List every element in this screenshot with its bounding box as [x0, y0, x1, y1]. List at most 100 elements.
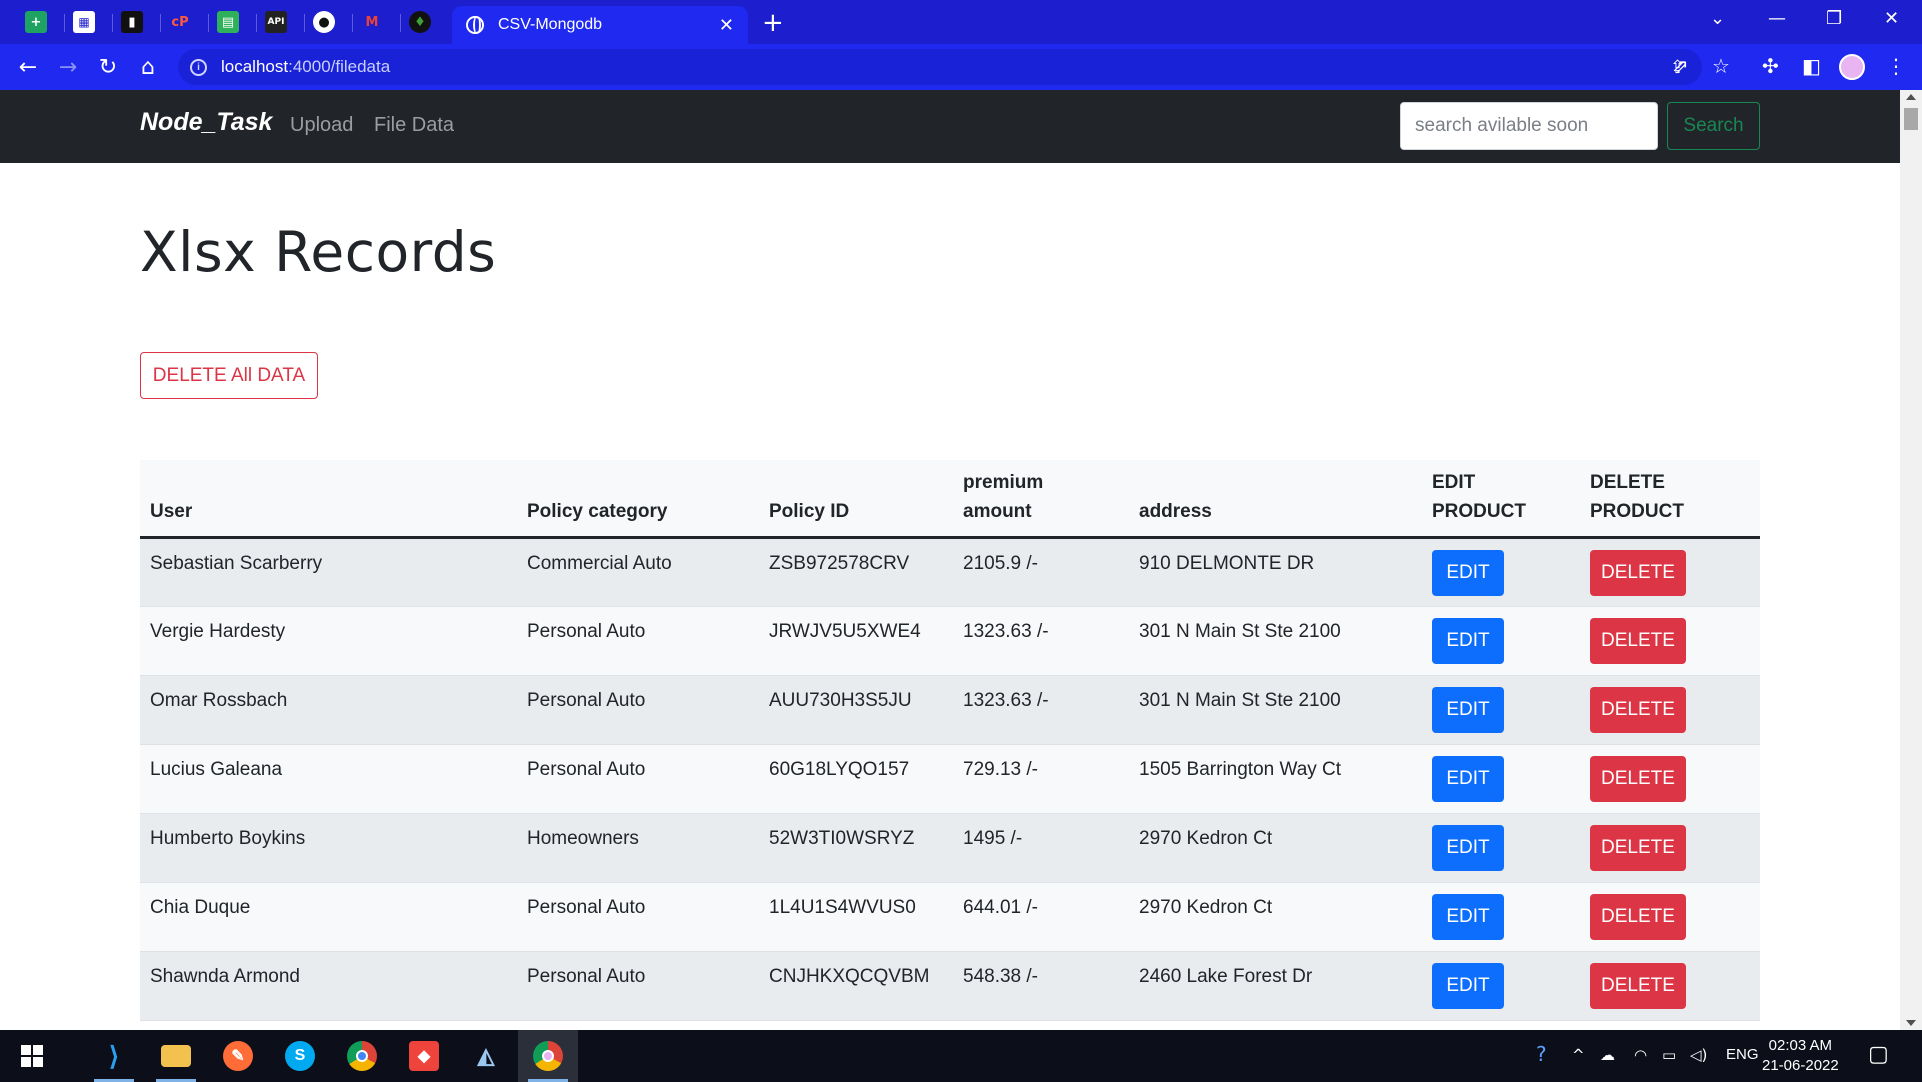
cell-category: Homeowners	[517, 813, 759, 883]
taskbar-skype[interactable]: S	[270, 1030, 330, 1082]
skype-icon: S	[285, 1041, 315, 1071]
close-tab-icon[interactable]: ✕	[719, 15, 734, 36]
browser-menu-icon[interactable]: ⋮	[1886, 54, 1906, 78]
share-page-icon[interactable]: ⇗	[1672, 54, 1689, 78]
taskbar-chrome-profile[interactable]	[518, 1030, 578, 1082]
scroll-up-icon[interactable]	[1906, 94, 1916, 100]
cell-user: Vergie Hardesty	[140, 606, 517, 676]
edit-button[interactable]: EDIT	[1432, 963, 1504, 1009]
windows-taskbar: ⟩ ✎ S ◆ ◭ ? ^ ☁ ◠ ▭ ◁) ENG 02:03 AM 21-0…	[0, 1030, 1922, 1082]
table-row: Sebastian Scarberry Commercial Auto ZSB9…	[140, 537, 1760, 607]
bookmark-star-icon[interactable]: ☆	[1712, 54, 1730, 78]
cloud-icon[interactable]: ☁	[1600, 1046, 1615, 1064]
delete-button[interactable]: DELETE	[1590, 687, 1686, 733]
close-window-icon[interactable]: ✕	[1884, 8, 1899, 29]
cell-user: Omar Rossbach	[140, 675, 517, 745]
site-info-icon[interactable]: i	[190, 58, 207, 76]
nav-link-file-data[interactable]: File Data	[374, 114, 454, 137]
cell-premium: 548.38 /-	[953, 951, 1129, 1021]
header-address: address	[1129, 460, 1422, 539]
pinned-tab-dark[interactable]: ▮	[112, 6, 152, 38]
pinned-tab-gmail[interactable]: M	[352, 6, 392, 38]
tab-search-chevron-icon[interactable]: ⌄	[1710, 8, 1725, 29]
api-icon: API	[265, 11, 287, 33]
active-tab[interactable]: CSV-Mongodb ✕	[452, 6, 748, 44]
help-icon[interactable]: ?	[1536, 1042, 1547, 1066]
language-indicator[interactable]: ENG	[1726, 1046, 1759, 1063]
header-user: User	[140, 460, 517, 539]
pinned-tab-grid[interactable]: ▦	[64, 6, 104, 38]
cell-address: 301 N Main St Ste 2100	[1129, 606, 1422, 676]
cell-user: Sebastian Scarberry	[140, 537, 517, 607]
delete-button[interactable]: DELETE	[1590, 618, 1686, 664]
grid-app-icon: ▦	[73, 11, 95, 33]
delete-button[interactable]: DELETE	[1590, 550, 1686, 596]
cell-policy-id: 60G18LYQO157	[759, 744, 953, 814]
edit-button[interactable]: EDIT	[1432, 756, 1504, 802]
cell-user: Lucius Galeana	[140, 744, 517, 814]
wifi-icon[interactable]: ◠	[1634, 1046, 1647, 1064]
notifications-icon[interactable]: ▢	[1868, 1042, 1889, 1067]
edit-button[interactable]: EDIT	[1432, 894, 1504, 940]
taskbar-vscode[interactable]: ⟩	[84, 1030, 144, 1082]
search-button[interactable]: Search	[1667, 102, 1760, 150]
page-title: Xlsx Records	[140, 220, 497, 284]
pinned-tab-api[interactable]: API	[256, 6, 296, 38]
header-premium-amount: premium amount	[953, 460, 1129, 539]
postman-icon: ✎	[223, 1041, 253, 1071]
new-tab-icon[interactable]: +	[762, 8, 784, 38]
edit-button[interactable]: EDIT	[1432, 550, 1504, 596]
scroll-thumb[interactable]	[1904, 108, 1918, 130]
home-icon[interactable]: ⌂	[134, 53, 162, 81]
cell-category: Personal Auto	[517, 675, 759, 745]
cell-category: Personal Auto	[517, 606, 759, 676]
edit-button[interactable]: EDIT	[1432, 618, 1504, 664]
cell-premium: 2105.9 /-	[953, 537, 1129, 607]
taskbar-anydesk[interactable]: ◆	[394, 1030, 454, 1082]
taskbar-postman[interactable]: ✎	[208, 1030, 268, 1082]
minimize-icon[interactable]: —	[1768, 8, 1786, 29]
table-row: Omar Rossbach Personal Auto AUU730H3S5JU…	[140, 675, 1760, 745]
start-button[interactable]	[2, 1030, 62, 1082]
cell-address: 910 DELMONTE DR	[1129, 537, 1422, 607]
delete-all-data-button[interactable]: DELETE All DATA	[140, 352, 318, 399]
delete-button[interactable]: DELETE	[1590, 756, 1686, 802]
back-icon[interactable]: ←	[14, 53, 42, 81]
profile-avatar[interactable]	[1839, 54, 1865, 80]
nav-link-upload[interactable]: Upload	[290, 114, 353, 137]
clock-date: 21-06-2022	[1762, 1057, 1839, 1074]
taskbar-clock[interactable]: 02:03 AM 21-06-2022	[1762, 1036, 1839, 1076]
pinned-tab-mongodb[interactable]: ♦	[400, 6, 440, 38]
delete-button[interactable]: DELETE	[1590, 963, 1686, 1009]
taskbar-app[interactable]: ◭	[456, 1030, 516, 1082]
browser-tab-strip: + ▦ ▮ cP ▤ API ● M ♦ CSV-Mongodb ✕ + ⌄ —…	[0, 0, 1922, 44]
page-scrollbar[interactable]	[1900, 90, 1922, 1030]
battery-icon[interactable]: ▭	[1662, 1046, 1676, 1064]
reload-icon[interactable]: ↻	[94, 53, 122, 81]
brand-link[interactable]: Node_Task	[140, 108, 272, 137]
volume-icon[interactable]: ◁)	[1690, 1046, 1707, 1064]
side-panel-icon[interactable]: ◧	[1802, 54, 1821, 78]
forward-icon[interactable]: →	[54, 53, 82, 81]
search-input[interactable]	[1400, 102, 1658, 150]
dark-app-icon: ▮	[121, 11, 143, 33]
pinned-tab-red[interactable]: cP	[160, 6, 200, 38]
restore-icon[interactable]: ❐	[1826, 8, 1842, 29]
table-header-row: User Policy category Policy ID premium am…	[140, 460, 1760, 539]
delete-button[interactable]: DELETE	[1590, 825, 1686, 871]
address-bar[interactable]: i localhost:4000/filedata ⇪	[178, 49, 1702, 85]
pinned-tab-sheets[interactable]: +	[16, 6, 56, 38]
desktop-app-icon: ◭	[477, 1043, 495, 1068]
header-delete-product: DELETE PRODUCT	[1580, 460, 1760, 539]
taskbar-chrome[interactable]	[332, 1030, 392, 1082]
extensions-icon[interactable]: ✣	[1762, 54, 1779, 78]
table-row: Chia Duque Personal Auto 1L4U1S4WVUS0 64…	[140, 882, 1760, 952]
pinned-tab-docs[interactable]: ▤	[208, 6, 248, 38]
edit-button[interactable]: EDIT	[1432, 825, 1504, 871]
show-hidden-icons-icon[interactable]: ^	[1572, 1046, 1585, 1064]
scroll-down-icon[interactable]	[1906, 1020, 1916, 1026]
delete-button[interactable]: DELETE	[1590, 894, 1686, 940]
edit-button[interactable]: EDIT	[1432, 687, 1504, 733]
taskbar-file-explorer[interactable]	[146, 1030, 206, 1082]
pinned-tab-github[interactable]: ●	[304, 6, 344, 38]
